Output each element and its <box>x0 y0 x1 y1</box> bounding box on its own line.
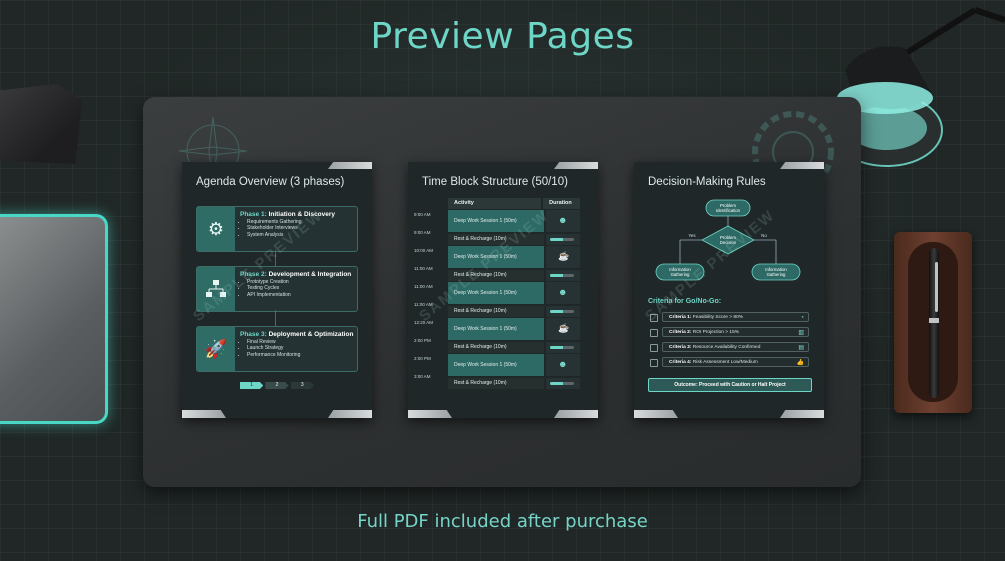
flow-arrow <box>275 310 276 326</box>
criteria-checkbox[interactable] <box>650 344 658 352</box>
brain-icon: ☻ <box>558 287 568 297</box>
duration-cell: ☕ <box>546 318 580 340</box>
footer-text: Full PDF included after purchase <box>357 511 648 532</box>
pen-holder <box>894 232 972 413</box>
duration-progress <box>550 382 574 385</box>
gear-icon: ⚙ <box>197 207 235 251</box>
flow-no: No <box>761 233 767 238</box>
brain-icon: ☻ <box>558 215 568 225</box>
preview-page-agenda: Agenda Overview (3 phases) ⚙ Phase 1: In… <box>182 162 372 418</box>
agenda-title: Agenda Overview (3 phases) <box>196 176 345 188</box>
time-label: 2:00 PM <box>414 356 431 361</box>
duration-progress <box>550 310 574 313</box>
tablet-device <box>0 214 108 424</box>
time-label: 10:00 AM <box>414 248 434 253</box>
time-label: 11:00 AM <box>414 302 433 307</box>
criteria-row: Criteria 2: ROI Projection > 15% ▥ <box>662 327 809 337</box>
preview-page-decision: Decision-Making Rules Problem Identificat… <box>634 162 824 418</box>
duration-cell <box>546 306 580 317</box>
thumbs-up-icon: 👍 <box>796 360 804 366</box>
duration-cell <box>546 342 580 353</box>
time-block-title: Time Block Structure (50/10) <box>422 176 568 188</box>
phase-card-3: 🚀 Phase 3: Deployment & Optimization Fin… <box>196 326 358 372</box>
time-label: 2:00 PM <box>414 338 431 343</box>
decision-title: Decision-Making Rules <box>648 176 766 188</box>
criteria-checkbox[interactable] <box>650 329 658 337</box>
brain-icon: ☻ <box>558 359 568 369</box>
chart-icon: ▥ <box>798 330 804 336</box>
preview-page-time-block: Time Block Structure (50/10) Activity Du… <box>408 162 598 418</box>
duration-cell: ☕ <box>546 246 580 268</box>
time-label: 11:00 AM <box>414 284 433 289</box>
flow-right: Information Gathering <box>765 267 787 277</box>
duration-cell <box>546 234 580 245</box>
rocket-icon: 🚀 <box>197 327 235 371</box>
phase-stepper: 1 2 3 <box>240 382 314 389</box>
criteria-row: Criteria 4: Risk Assessment Low/Medium 👍 <box>662 357 809 367</box>
stone-decor <box>0 84 82 164</box>
criteria-row: Criteria 3: Resource Availability Confir… <box>662 342 809 352</box>
activity-cell: Rest & Recharge (10m) <box>448 342 544 353</box>
duration-progress <box>550 274 574 277</box>
duration-progress <box>550 238 574 241</box>
criteria-checkbox[interactable] <box>650 359 658 367</box>
activity-cell: Deep Work Session 1 (50m) <box>448 354 544 376</box>
time-label: 12:20 AM <box>414 320 434 325</box>
pen <box>929 248 939 398</box>
time-label: 11:00 AM <box>414 266 433 271</box>
criteria-row: Criteria 1: Feasibility Score > 80% ◔ <box>662 312 809 322</box>
duration-cell <box>546 378 580 389</box>
activity-cell: Rest & Recharge (10m) <box>448 378 544 389</box>
coffee-icon: ☕ <box>558 323 570 333</box>
gauge-icon: ◔ <box>800 315 804 321</box>
duration-cell: ☻ <box>546 354 580 376</box>
activity-cell: Rest & Recharge (10m) <box>448 306 544 317</box>
duration-cell: ☻ <box>546 210 580 232</box>
duration-cell <box>546 270 580 281</box>
coffee-icon: ☕ <box>558 251 570 261</box>
flow-yes: Yes <box>688 233 696 238</box>
time-label: 9:00 AM <box>414 212 431 217</box>
table-header: Activity Duration <box>448 198 580 209</box>
duration-cell: ☻ <box>546 282 580 304</box>
duration-progress <box>550 346 574 349</box>
outcome-box: Outcome: Proceed with Caution or Halt Pr… <box>648 378 812 392</box>
activity-cell: Deep Work Session 1 (50m) <box>448 318 544 340</box>
clipboard-icon: ▤ <box>798 345 804 351</box>
time-label: 3:00 AM <box>414 374 431 379</box>
time-label: 9:00 AM <box>414 230 431 235</box>
